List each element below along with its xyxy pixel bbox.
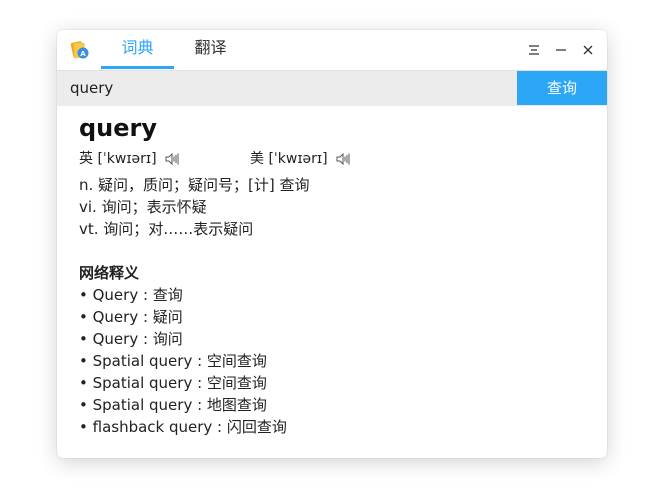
- phonetic-uk-label: 英 [ˈkwɪərɪ]: [79, 151, 157, 167]
- tab-dictionary[interactable]: 词典: [101, 30, 174, 70]
- phonetic-us-label: 美 [ˈkwɪərɪ]: [250, 151, 328, 167]
- dictionary-window: A 词典 翻译 查询 query: [57, 30, 607, 458]
- speaker-icon[interactable]: [165, 152, 179, 166]
- close-icon[interactable]: [578, 40, 598, 60]
- list-item: • Query : 疑问: [79, 308, 183, 326]
- definition-line: vt. 询问；对……表示疑问: [79, 220, 254, 238]
- web-definitions-title: 网络释义: [79, 264, 140, 282]
- speaker-icon[interactable]: [336, 152, 350, 166]
- definition-line: vi. 询问；表示怀疑: [79, 198, 207, 216]
- list-item: • flashback query : 闪回查询: [79, 418, 287, 436]
- search-button[interactable]: 查询: [517, 71, 607, 105]
- phonetic-us: 美 [ˈkwɪərɪ]: [250, 146, 350, 172]
- headword: query: [79, 114, 158, 142]
- definition-line: n. 疑问，质问；疑问号；[计] 查询: [79, 176, 310, 194]
- titlebar: A 词典 翻译: [57, 30, 607, 70]
- result-panel: query 英 [ˈkwɪərɪ] 美 [ˈkwɪərɪ] n. 疑问，质问；疑…: [79, 110, 589, 438]
- web-definitions-list: • Query : 查询 • Query : 疑问 • Query : 询问 •…: [79, 284, 589, 438]
- search-input[interactable]: [57, 71, 530, 105]
- list-item: • Spatial query : 空间查询: [79, 352, 267, 370]
- phonetic-uk: 英 [ˈkwɪərɪ]: [79, 146, 179, 172]
- list-item: • Query : 询问: [79, 330, 183, 348]
- definitions: n. 疑问，质问；疑问号；[计] 查询 vi. 询问；表示怀疑 vt. 询问；对…: [79, 174, 589, 240]
- minimize-icon[interactable]: [551, 40, 571, 60]
- tab-translate[interactable]: 翻译: [174, 30, 247, 70]
- dictionary-app-icon: A: [70, 40, 90, 60]
- menu-icon[interactable]: [524, 40, 544, 60]
- search-bar: 查询: [57, 70, 607, 106]
- phonetic-row: 英 [ˈkwɪərɪ] 美 [ˈkwɪərɪ]: [79, 146, 589, 172]
- svg-text:A: A: [80, 50, 86, 58]
- list-item: • Spatial query : 地图查询: [79, 396, 267, 414]
- active-tab-indicator: [101, 66, 174, 69]
- list-item: • Spatial query : 空间查询: [79, 374, 267, 392]
- list-item: • Query : 查询: [79, 286, 183, 304]
